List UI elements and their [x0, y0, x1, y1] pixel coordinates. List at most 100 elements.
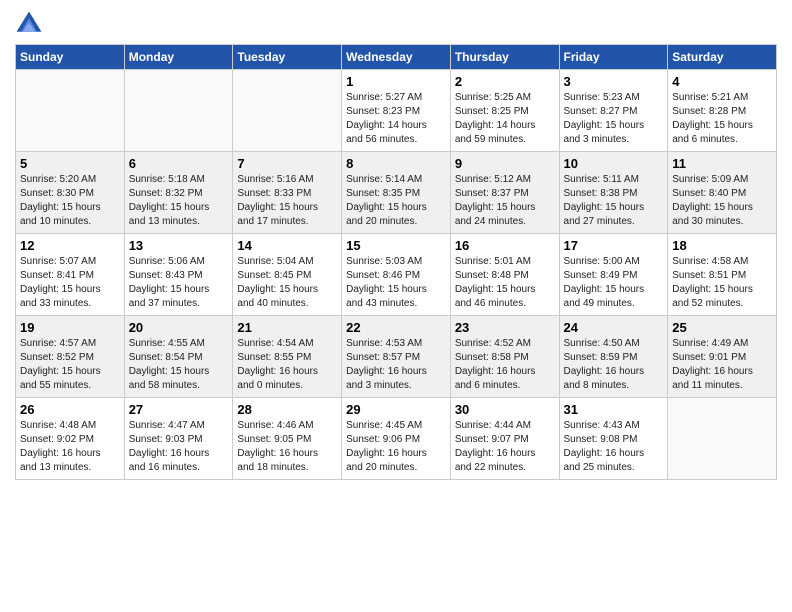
day-info: Sunrise: 5:21 AMSunset: 8:28 PMDaylight:…: [672, 91, 772, 147]
calendar-day-cell: 14 Sunrise: 5:04 AMSunset: 8:45 PMDayligh…: [233, 234, 342, 316]
day-number: 2: [455, 74, 555, 89]
day-info: Sunrise: 4:43 AMSunset: 9:08 PMDaylight:…: [564, 419, 664, 475]
header: [15, 10, 777, 38]
day-number: 28: [237, 402, 337, 417]
calendar-day-cell: 22Sunrise: 4:53 AMSunset: 8:57 PMDayligh…: [342, 316, 451, 398]
calendar-day-cell: 11 Sunrise: 5:09 AMSunset: 8:40 PMDayligh…: [668, 152, 777, 234]
calendar-day-cell: 17 Sunrise: 5:00 AMSunset: 8:49 PMDayligh…: [559, 234, 668, 316]
day-number: 25: [672, 320, 772, 335]
day-number: 29: [346, 402, 446, 417]
calendar-day-cell: 20Sunrise: 4:55 AMSunset: 8:54 PMDayligh…: [124, 316, 233, 398]
day-info: Sunrise: 5:18 AMSunset: 8:32 PMDaylight:…: [129, 173, 229, 229]
calendar-day-cell: 6 Sunrise: 5:18 AMSunset: 8:32 PMDaylight…: [124, 152, 233, 234]
day-info: Sunrise: 5:23 AMSunset: 8:27 PMDaylight:…: [564, 91, 664, 147]
day-info: Sunrise: 5:27 AMSunset: 8:23 PMDaylight:…: [346, 91, 446, 147]
calendar-header-wednesday: Wednesday: [342, 45, 451, 70]
day-info: Sunrise: 4:52 AMSunset: 8:58 PMDaylight:…: [455, 337, 555, 393]
calendar-day-cell: 24Sunrise: 4:50 AMSunset: 8:59 PMDayligh…: [559, 316, 668, 398]
calendar-header-sunday: Sunday: [16, 45, 125, 70]
calendar-week-row: 1 Sunrise: 5:27 AMSunset: 8:23 PMDaylight…: [16, 70, 777, 152]
calendar-day-cell: 1 Sunrise: 5:27 AMSunset: 8:23 PMDaylight…: [342, 70, 451, 152]
calendar-day-cell: 30 Sunrise: 4:44 AMSunset: 9:07 PMDayligh…: [450, 398, 559, 480]
calendar-week-row: 5 Sunrise: 5:20 AMSunset: 8:30 PMDaylight…: [16, 152, 777, 234]
calendar-day-cell: 16Sunrise: 5:01 AMSunset: 8:48 PMDayligh…: [450, 234, 559, 316]
calendar-day-cell: 25 Sunrise: 4:49 AMSunset: 9:01 PMDayligh…: [668, 316, 777, 398]
day-number: 31: [564, 402, 664, 417]
day-number: 7: [237, 156, 337, 171]
day-number: 3: [564, 74, 664, 89]
day-info: Sunrise: 5:14 AMSunset: 8:35 PMDaylight:…: [346, 173, 446, 229]
calendar-day-cell: 31 Sunrise: 4:43 AMSunset: 9:08 PMDayligh…: [559, 398, 668, 480]
day-info: Sunrise: 4:57 AMSunset: 8:52 PMDaylight:…: [20, 337, 120, 393]
day-number: 14: [237, 238, 337, 253]
calendar-day-cell: 5 Sunrise: 5:20 AMSunset: 8:30 PMDaylight…: [16, 152, 125, 234]
calendar-day-cell: 21Sunrise: 4:54 AMSunset: 8:55 PMDayligh…: [233, 316, 342, 398]
calendar-day-cell: 18Sunrise: 4:58 AMSunset: 8:51 PMDayligh…: [668, 234, 777, 316]
day-number: 21: [237, 320, 337, 335]
calendar-header-friday: Friday: [559, 45, 668, 70]
day-number: 9: [455, 156, 555, 171]
day-info: Sunrise: 5:03 AMSunset: 8:46 PMDaylight:…: [346, 255, 446, 311]
day-info: Sunrise: 5:04 AMSunset: 8:45 PMDaylight:…: [237, 255, 337, 311]
calendar-day-cell: [124, 70, 233, 152]
day-info: Sunrise: 5:00 AMSunset: 8:49 PMDaylight:…: [564, 255, 664, 311]
day-number: 12: [20, 238, 120, 253]
calendar-day-cell: 29 Sunrise: 4:45 AMSunset: 9:06 PMDayligh…: [342, 398, 451, 480]
day-number: 11: [672, 156, 772, 171]
day-info: Sunrise: 4:45 AMSunset: 9:06 PMDaylight:…: [346, 419, 446, 475]
calendar-day-cell: 15Sunrise: 5:03 AMSunset: 8:46 PMDayligh…: [342, 234, 451, 316]
calendar-day-cell: [16, 70, 125, 152]
day-number: 10: [564, 156, 664, 171]
day-number: 30: [455, 402, 555, 417]
day-info: Sunrise: 5:11 AMSunset: 8:38 PMDaylight:…: [564, 173, 664, 229]
day-number: 26: [20, 402, 120, 417]
day-number: 4: [672, 74, 772, 89]
calendar-header-tuesday: Tuesday: [233, 45, 342, 70]
day-info: Sunrise: 5:25 AMSunset: 8:25 PMDaylight:…: [455, 91, 555, 147]
logo-icon: [15, 10, 43, 38]
calendar-header-saturday: Saturday: [668, 45, 777, 70]
calendar-day-cell: 26 Sunrise: 4:48 AMSunset: 9:02 PMDayligh…: [16, 398, 125, 480]
calendar-header-thursday: Thursday: [450, 45, 559, 70]
calendar-header-monday: Monday: [124, 45, 233, 70]
day-info: Sunrise: 4:48 AMSunset: 9:02 PMDaylight:…: [20, 419, 120, 475]
day-info: Sunrise: 5:09 AMSunset: 8:40 PMDaylight:…: [672, 173, 772, 229]
day-info: Sunrise: 4:55 AMSunset: 8:54 PMDaylight:…: [129, 337, 229, 393]
day-number: 5: [20, 156, 120, 171]
calendar-day-cell: 4 Sunrise: 5:21 AMSunset: 8:28 PMDaylight…: [668, 70, 777, 152]
calendar-day-cell: 3 Sunrise: 5:23 AMSunset: 8:27 PMDaylight…: [559, 70, 668, 152]
calendar-week-row: 12 Sunrise: 5:07 AMSunset: 8:41 PMDayligh…: [16, 234, 777, 316]
calendar-day-cell: 8 Sunrise: 5:14 AMSunset: 8:35 PMDaylight…: [342, 152, 451, 234]
calendar-day-cell: 13 Sunrise: 5:06 AMSunset: 8:43 PMDayligh…: [124, 234, 233, 316]
calendar-day-cell: 9Sunrise: 5:12 AMSunset: 8:37 PMDaylight…: [450, 152, 559, 234]
day-number: 8: [346, 156, 446, 171]
day-number: 19: [20, 320, 120, 335]
day-info: Sunrise: 5:07 AMSunset: 8:41 PMDaylight:…: [20, 255, 120, 311]
day-number: 27: [129, 402, 229, 417]
calendar-table: SundayMondayTuesdayWednesdayThursdayFrid…: [15, 44, 777, 480]
day-info: Sunrise: 4:58 AMSunset: 8:51 PMDaylight:…: [672, 255, 772, 311]
calendar-day-cell: 28Sunrise: 4:46 AMSunset: 9:05 PMDayligh…: [233, 398, 342, 480]
day-number: 16: [455, 238, 555, 253]
day-number: 13: [129, 238, 229, 253]
day-number: 6: [129, 156, 229, 171]
day-info: Sunrise: 5:06 AMSunset: 8:43 PMDaylight:…: [129, 255, 229, 311]
calendar-day-cell: 23Sunrise: 4:52 AMSunset: 8:58 PMDayligh…: [450, 316, 559, 398]
calendar-week-row: 19 Sunrise: 4:57 AMSunset: 8:52 PMDayligh…: [16, 316, 777, 398]
calendar-day-cell: 27 Sunrise: 4:47 AMSunset: 9:03 PMDayligh…: [124, 398, 233, 480]
calendar-day-cell: 7Sunrise: 5:16 AMSunset: 8:33 PMDaylight…: [233, 152, 342, 234]
day-number: 1: [346, 74, 446, 89]
calendar-day-cell: 10 Sunrise: 5:11 AMSunset: 8:38 PMDayligh…: [559, 152, 668, 234]
day-info: Sunrise: 4:44 AMSunset: 9:07 PMDaylight:…: [455, 419, 555, 475]
day-info: Sunrise: 4:47 AMSunset: 9:03 PMDaylight:…: [129, 419, 229, 475]
calendar-week-row: 26 Sunrise: 4:48 AMSunset: 9:02 PMDayligh…: [16, 398, 777, 480]
day-info: Sunrise: 5:20 AMSunset: 8:30 PMDaylight:…: [20, 173, 120, 229]
day-number: 22: [346, 320, 446, 335]
day-info: Sunrise: 4:49 AMSunset: 9:01 PMDaylight:…: [672, 337, 772, 393]
day-info: Sunrise: 4:50 AMSunset: 8:59 PMDaylight:…: [564, 337, 664, 393]
calendar-header-row: SundayMondayTuesdayWednesdayThursdayFrid…: [16, 45, 777, 70]
calendar-day-cell: 19 Sunrise: 4:57 AMSunset: 8:52 PMDayligh…: [16, 316, 125, 398]
calendar-day-cell: [668, 398, 777, 480]
day-number: 17: [564, 238, 664, 253]
logo: [15, 10, 47, 38]
